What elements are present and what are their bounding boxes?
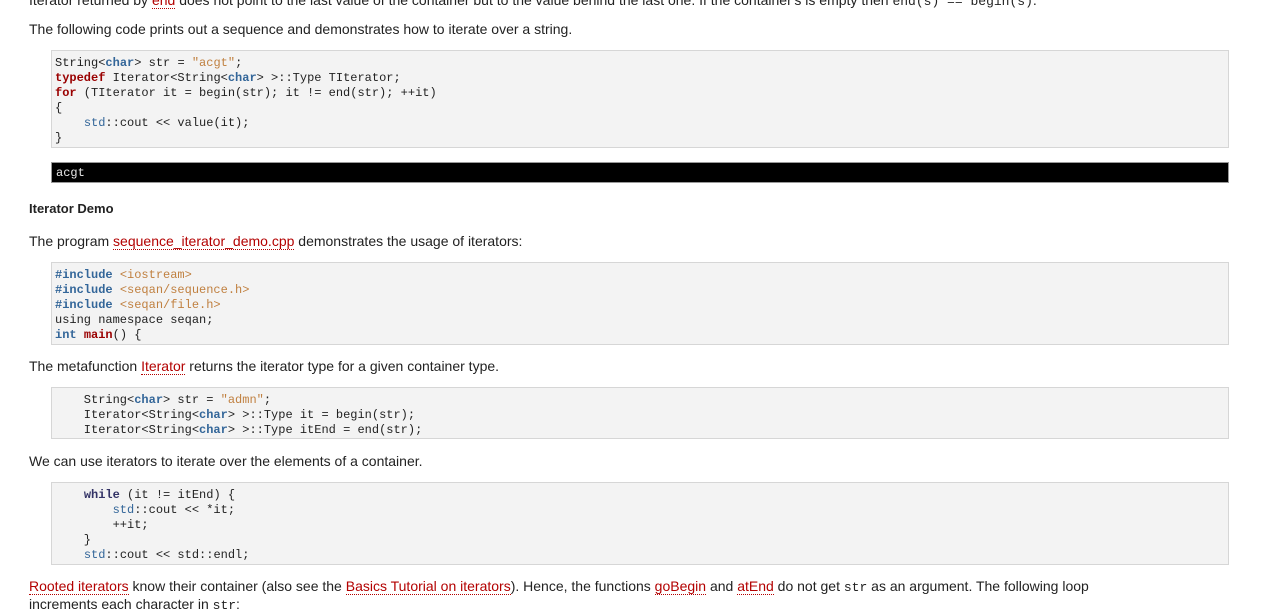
- code-line: Iterator<String<char> >::Type it = begin…: [55, 408, 416, 422]
- rooted-iterators-link[interactable]: Rooted iterators: [29, 578, 129, 595]
- code-line: for (TIterator it = begin(str); it != en…: [55, 86, 437, 100]
- rooted-iterators-paragraph: Rooted iterators know their container (a…: [29, 578, 1089, 613]
- code-line: std::cout << value(it);: [83, 116, 250, 130]
- top-cut-text: Iterator returned by end does not point …: [29, 0, 1037, 10]
- code-line: typedef Iterator<String<char> >::Type TI…: [55, 71, 401, 85]
- demo-file-link[interactable]: sequence_iterator_demo.cpp: [113, 233, 295, 250]
- program-output: acgt: [51, 162, 1229, 183]
- section-heading: Iterator Demo: [29, 201, 114, 216]
- code-line: std::cout << *it;: [112, 503, 236, 517]
- iterator-link[interactable]: Iterator: [141, 358, 186, 375]
- iterate-paragraph: We can use iterators to iterate over the…: [29, 453, 423, 469]
- code-block-string-iteration: String<char> str = "acgt"; typedef Itera…: [51, 50, 1229, 148]
- end-link[interactable]: end: [151, 0, 176, 9]
- code-line: String<char> str = "acgt";: [55, 56, 243, 70]
- demo-paragraph: The program sequence_iterator_demo.cpp d…: [29, 233, 523, 250]
- code-line: #include <iostream>: [55, 268, 192, 282]
- metafunction-paragraph: The metafunction Iterator returns the it…: [29, 358, 500, 375]
- code-block-iterator-types: String<char> str = "admn"; Iterator<Stri…: [51, 387, 1229, 439]
- code-line: }: [55, 533, 92, 547]
- code-line: String<char> str = "admn";: [55, 393, 272, 407]
- intro-paragraph: The following code prints out a sequence…: [29, 21, 573, 37]
- code-block-while-loop: while (it != itEnd) { std::cout << *it; …: [51, 482, 1229, 565]
- code-line: }: [55, 131, 63, 145]
- code-line: using namespace seqan;: [55, 313, 214, 327]
- code-line: #include <seqan/file.h>: [55, 298, 221, 312]
- code-line: std::cout << std::endl;: [83, 548, 250, 562]
- gobegin-link[interactable]: goBegin: [654, 578, 707, 595]
- code-block-includes: #include <iostream> #include <seqan/sequ…: [51, 262, 1229, 345]
- atend-link[interactable]: atEnd: [737, 578, 774, 595]
- code-line: while (it != itEnd) {: [83, 488, 236, 502]
- code-line: {: [55, 101, 63, 115]
- code-line: ++it;: [55, 518, 149, 532]
- basics-tutorial-link[interactable]: Basics Tutorial on iterators: [345, 578, 511, 595]
- code-line: int main() {: [55, 328, 142, 342]
- code-line: #include <seqan/sequence.h>: [55, 283, 250, 297]
- code-line: Iterator<String<char> >::Type itEnd = en…: [55, 423, 423, 437]
